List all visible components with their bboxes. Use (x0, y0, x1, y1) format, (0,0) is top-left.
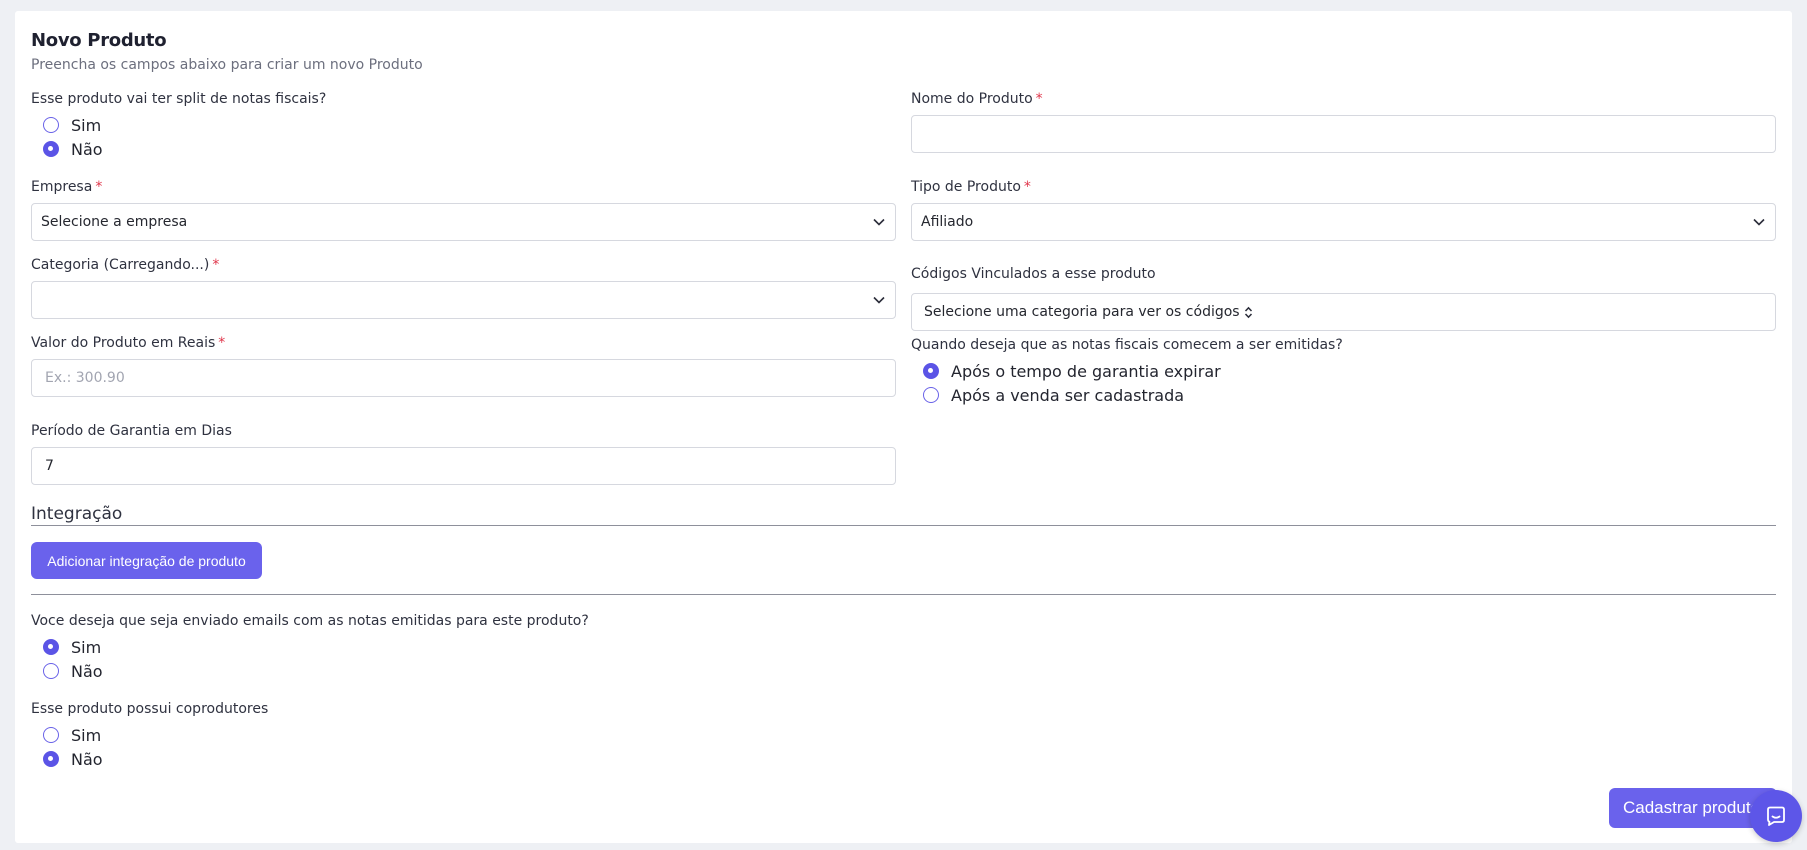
product-form-card: Novo Produto Preencha os campos abaixo p… (15, 11, 1792, 843)
emissao-option-garantia[interactable]: Após o tempo de garantia expirar (911, 360, 1221, 382)
emails-radio-sim[interactable] (43, 639, 59, 655)
valor-label-text: Valor do Produto em Reais (31, 335, 216, 351)
emails-label: Voce deseja que seja enviado emails com … (31, 613, 589, 629)
nome-label: Nome do Produto * (911, 91, 1043, 107)
chat-launcher-button[interactable] (1750, 790, 1802, 842)
split-option-label: Não (71, 139, 103, 159)
valor-input[interactable]: Ex.: 300.90 (31, 359, 896, 397)
chevron-down-icon (1752, 215, 1766, 229)
emissao-radio-garantia[interactable] (923, 363, 939, 379)
emails-option-label: Sim (71, 637, 102, 657)
emails-radio-group: Sim Não (31, 636, 103, 682)
coprodutores-radio-sim[interactable] (43, 727, 59, 743)
split-option-sim[interactable]: Sim (31, 114, 103, 136)
required-asterisk: * (212, 257, 220, 273)
emails-option-sim[interactable]: Sim (31, 636, 103, 658)
integracao-title: Integração (31, 504, 123, 524)
tipo-label: Tipo de Produto * (911, 179, 1031, 195)
tipo-select-value: Afiliado (921, 214, 974, 230)
codigos-select[interactable]: Selecione uma categoria para ver os códi… (911, 293, 1776, 331)
integracao-divider (31, 525, 1776, 526)
coprodutores-label: Esse produto possui coprodutores (31, 701, 269, 717)
emissao-radio-group: Após o tempo de garantia expirar Após a … (911, 360, 1221, 406)
required-asterisk: * (1023, 179, 1031, 195)
codigos-label: Códigos Vinculados a esse produto (911, 266, 1156, 282)
garantia-input[interactable]: 7 (31, 447, 896, 485)
coprodutores-option-sim[interactable]: Sim (31, 724, 103, 746)
garantia-label: Período de Garantia em Dias (31, 423, 232, 439)
emissao-option-label: Após a venda ser cadastrada (951, 385, 1185, 405)
required-asterisk: * (95, 179, 103, 195)
page-title: Novo Produto (31, 30, 167, 51)
coprodutores-option-label: Sim (71, 725, 102, 745)
nome-label-text: Nome do Produto (911, 91, 1033, 107)
nome-input[interactable] (911, 115, 1776, 153)
empresa-select-value: Selecione a empresa (41, 214, 188, 230)
coprodutores-radio-group: Sim Não (31, 724, 103, 770)
required-asterisk: * (218, 335, 226, 351)
empresa-select[interactable]: Selecione a empresa (31, 203, 896, 241)
empresa-label: Empresa * (31, 179, 102, 195)
emails-option-nao[interactable]: Não (31, 660, 103, 682)
chat-bubble-icon (1764, 804, 1788, 828)
split-radio-sim[interactable] (43, 117, 59, 133)
emails-option-label: Não (71, 661, 103, 681)
chevron-down-icon (872, 215, 886, 229)
valor-input-placeholder: Ex.: 300.90 (45, 370, 125, 386)
split-label: Esse produto vai ter split de notas fisc… (31, 91, 327, 107)
split-radio-nao[interactable] (43, 141, 59, 157)
empresa-label-text: Empresa (31, 179, 93, 195)
valor-label: Valor do Produto em Reais * (31, 335, 225, 351)
required-asterisk: * (1035, 91, 1043, 107)
page-subtitle: Preencha os campos abaixo para criar um … (31, 57, 423, 73)
split-option-nao[interactable]: Não (31, 138, 103, 160)
emissao-option-label: Após o tempo de garantia expirar (951, 361, 1221, 381)
chevron-down-icon (872, 293, 886, 307)
coprodutores-radio-nao[interactable] (43, 751, 59, 767)
emissao-option-venda[interactable]: Após a venda ser cadastrada (911, 384, 1221, 406)
codigos-select-value: Selecione uma categoria para ver os códi… (924, 304, 1240, 320)
split-option-label: Sim (71, 115, 102, 135)
categoria-label: Categoria (Carregando...) * (31, 257, 219, 273)
emissao-label: Quando deseja que as notas fiscais comec… (911, 337, 1343, 353)
garantia-input-value: 7 (45, 458, 54, 474)
section-divider (31, 594, 1776, 595)
emails-radio-nao[interactable] (43, 663, 59, 679)
split-radio-group: Sim Não (31, 114, 103, 160)
coprodutores-option-nao[interactable]: Não (31, 748, 103, 770)
tipo-select[interactable]: Afiliado (911, 203, 1776, 241)
emissao-radio-venda[interactable] (923, 387, 939, 403)
tipo-label-text: Tipo de Produto (911, 179, 1021, 195)
categoria-select[interactable] (31, 281, 896, 319)
sort-arrows-icon (1244, 306, 1253, 319)
categoria-label-text: Categoria (Carregando...) (31, 257, 210, 273)
coprodutores-option-label: Não (71, 749, 103, 769)
add-integration-button[interactable]: Adicionar integração de produto (31, 542, 262, 579)
